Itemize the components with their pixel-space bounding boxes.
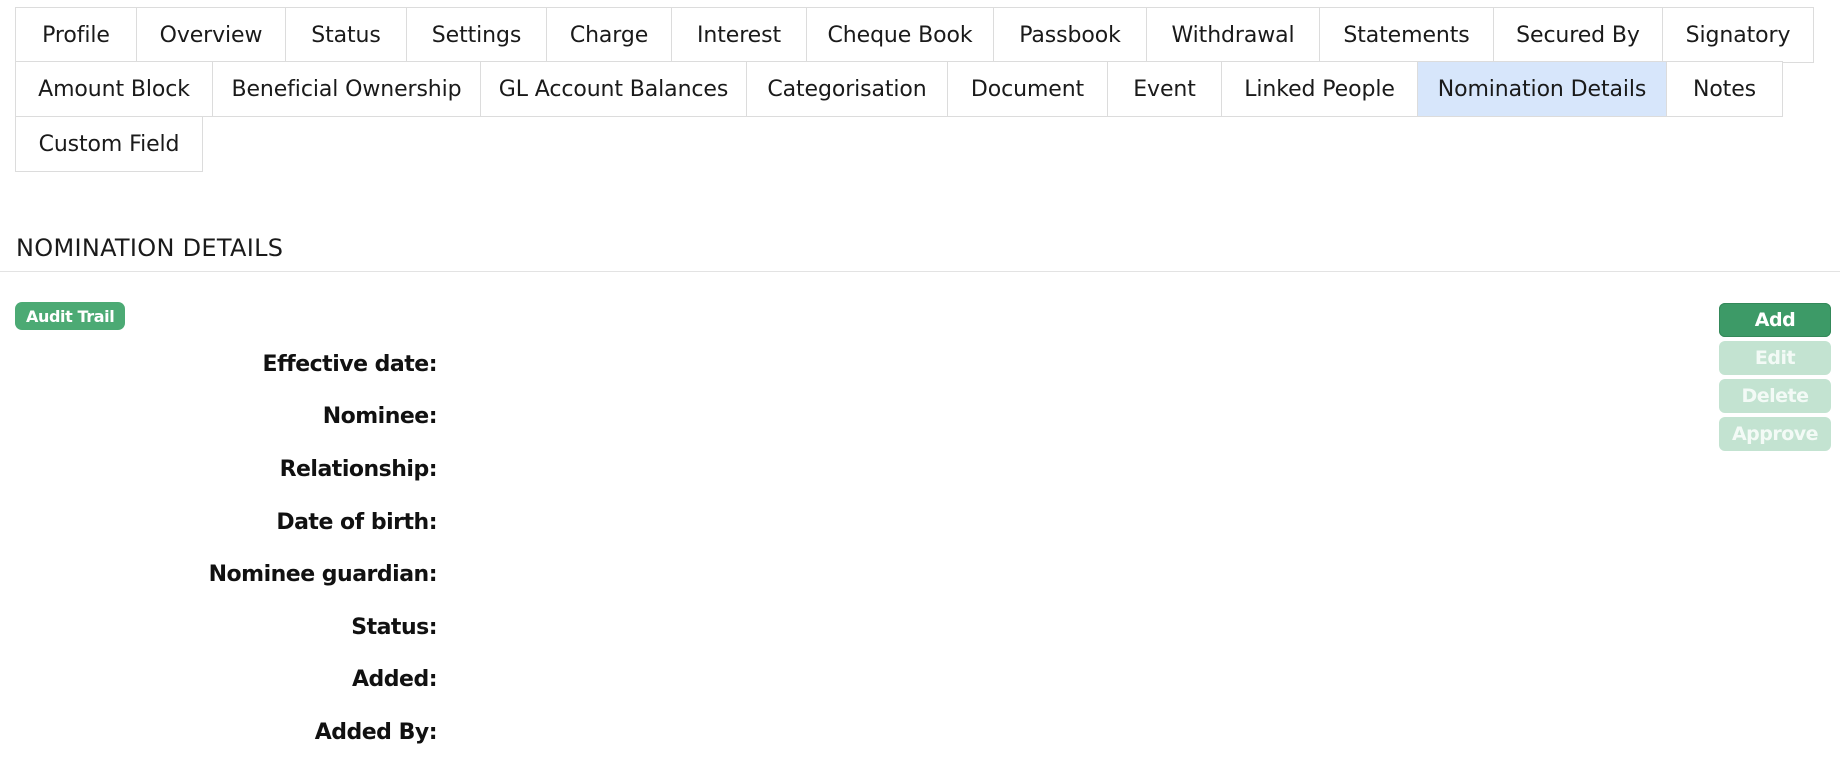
tab-interest[interactable]: Interest xyxy=(671,7,807,63)
field-row-relationship: Relationship: xyxy=(0,443,438,496)
tab-settings[interactable]: Settings xyxy=(406,7,547,63)
field-label-relationship: Relationship: xyxy=(279,456,438,482)
tab-categorisation[interactable]: Categorisation xyxy=(746,61,948,117)
field-row-added-by: Added By: xyxy=(0,706,438,759)
tab-row-2: Amount Block Beneficial Ownership GL Acc… xyxy=(15,61,1815,117)
tab-bar: Profile Overview Status Settings Charge … xyxy=(15,7,1815,172)
tab-nomination-details[interactable]: Nomination Details xyxy=(1417,61,1667,117)
tab-signatory[interactable]: Signatory xyxy=(1662,7,1814,63)
tab-profile[interactable]: Profile xyxy=(15,7,137,63)
tab-secured-by[interactable]: Secured By xyxy=(1493,7,1663,63)
tab-cheque-book[interactable]: Cheque Book xyxy=(806,7,994,63)
tab-statements[interactable]: Statements xyxy=(1319,7,1494,63)
tab-row-1: Profile Overview Status Settings Charge … xyxy=(15,7,1815,63)
field-row-added: Added: xyxy=(0,654,438,707)
delete-button: Delete xyxy=(1719,379,1831,413)
tab-notes[interactable]: Notes xyxy=(1666,61,1783,117)
section-title: NOMINATION DETAILS xyxy=(16,234,284,262)
tab-amount-block[interactable]: Amount Block xyxy=(15,61,213,117)
field-label-nominee: Nominee: xyxy=(322,404,438,430)
field-label-date-of-birth: Date of birth: xyxy=(276,509,437,535)
field-label-nominee-guardian: Nominee guardian: xyxy=(208,562,438,588)
tab-document[interactable]: Document xyxy=(947,61,1108,117)
tab-overview[interactable]: Overview xyxy=(136,7,286,63)
field-label-added: Added: xyxy=(352,667,438,693)
field-label-effective-date: Effective date: xyxy=(262,351,438,377)
tab-withdrawal[interactable]: Withdrawal xyxy=(1146,7,1320,63)
edit-button: Edit xyxy=(1719,341,1831,375)
field-label-status: Status: xyxy=(351,614,437,640)
section-divider xyxy=(0,271,1840,272)
field-row-nominee: Nominee: xyxy=(0,391,438,444)
tab-custom-field[interactable]: Custom Field xyxy=(15,116,203,172)
add-button[interactable]: Add xyxy=(1719,303,1831,337)
field-label-added-by: Added By: xyxy=(314,719,438,745)
tab-linked-people[interactable]: Linked People xyxy=(1221,61,1418,117)
tab-status[interactable]: Status xyxy=(285,7,407,63)
tab-passbook[interactable]: Passbook xyxy=(993,7,1147,63)
tab-beneficial-ownership[interactable]: Beneficial Ownership xyxy=(212,61,481,117)
field-row-nominee-guardian: Nominee guardian: xyxy=(0,548,438,601)
tab-charge[interactable]: Charge xyxy=(546,7,672,63)
field-row-status: Status: xyxy=(0,601,437,654)
field-row-date-of-birth: Date of birth: xyxy=(0,496,437,549)
action-button-group: Add Edit Delete Approve xyxy=(1719,303,1831,455)
tab-gl-account-balances[interactable]: GL Account Balances xyxy=(480,61,747,117)
tab-row-3: Custom Field xyxy=(15,116,1815,172)
nomination-field-list: Effective date: Nominee: Relationship: D… xyxy=(0,338,438,759)
field-row-effective-date: Effective date: xyxy=(0,338,438,391)
approve-button: Approve xyxy=(1719,417,1831,451)
audit-trail-button[interactable]: Audit Trail xyxy=(15,302,126,330)
tab-event[interactable]: Event xyxy=(1107,61,1222,117)
